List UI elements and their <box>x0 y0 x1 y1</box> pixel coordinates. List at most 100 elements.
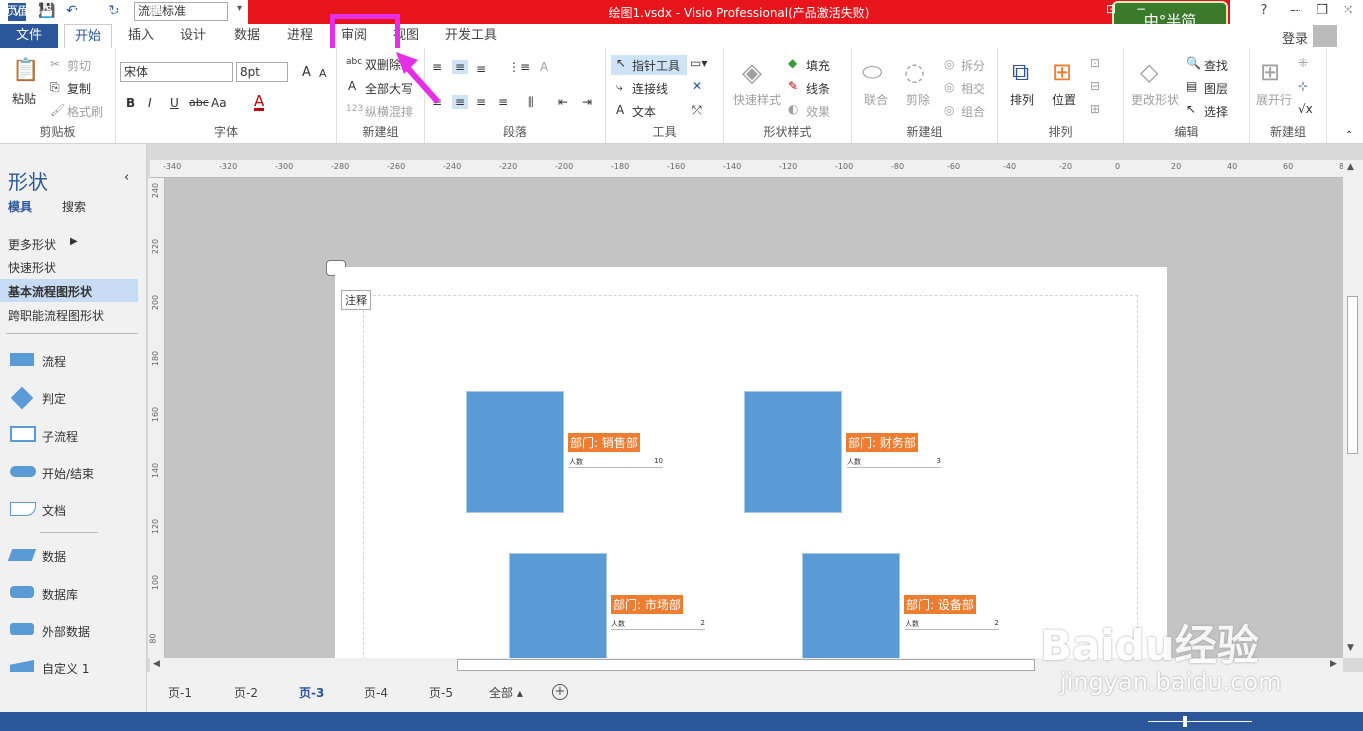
align-middle-icon[interactable]: ≡ <box>452 60 469 74</box>
underline-button[interactable]: U <box>170 96 179 110</box>
quick-shapes-link[interactable]: 快速形状 <box>8 259 56 276</box>
zoom-slider-track[interactable] <box>1148 721 1252 722</box>
font-name-select[interactable]: 宋体 <box>120 62 233 82</box>
shape-decision[interactable]: 判定 <box>42 390 66 407</box>
split-icon[interactable]: ◎ <box>944 57 954 71</box>
change-shape-icon[interactable]: ◇ <box>1140 58 1158 86</box>
dept-label-equipment[interactable]: 部门: 设备部 <box>904 595 976 614</box>
shape-external-data[interactable]: 外部数据 <box>42 623 90 640</box>
data-shape-icon[interactable] <box>7 549 37 561</box>
switch-windows-icon[interactable]: ▦ <box>1340 2 1351 16</box>
change-shape-button[interactable]: 更改形状 <box>1131 91 1179 108</box>
arrange-button[interactable]: 排列 <box>1010 91 1034 108</box>
format-painter-icon[interactable]: 🖌 <box>50 103 65 117</box>
italic-button[interactable]: I <box>148 96 152 110</box>
collapse-ribbon-icon[interactable]: ⌃ <box>1345 130 1353 141</box>
intersect-button[interactable]: 相交 <box>961 80 985 97</box>
dept-label-sales[interactable]: 部门: 销售部 <box>568 433 640 452</box>
fragment-icon[interactable]: ◌ <box>904 58 925 86</box>
position-icon[interactable]: ⊞ <box>1052 58 1072 86</box>
tab-file[interactable]: 文件 <box>0 24 58 48</box>
zoom-level[interactable]: 74% <box>1276 2 1303 16</box>
subprocess-shape-icon[interactable] <box>10 426 36 442</box>
page-tab-4[interactable]: 页-4 <box>364 684 388 701</box>
zoom-in-icon[interactable]: + <box>1254 2 1264 16</box>
note-label[interactable]: 注释 <box>341 290 371 310</box>
shape-subprocess[interactable]: 子流程 <box>42 428 78 445</box>
tab-process[interactable]: 进程 <box>277 24 323 48</box>
distribute-icon[interactable]: ⫼ <box>528 95 534 110</box>
intersect-icon[interactable]: ◎ <box>944 80 954 94</box>
copy-button[interactable]: 复制 <box>67 80 91 97</box>
strikethrough-button[interactable]: abc <box>189 96 209 109</box>
text-direction-icon[interactable]: A <box>540 60 548 74</box>
scroll-left-icon[interactable]: ◀ <box>153 659 160 669</box>
presentation-icon[interactable]: ⊡ <box>1106 2 1116 16</box>
external-data-shape-icon[interactable] <box>10 623 34 635</box>
dept-shape-sales[interactable] <box>466 391 564 513</box>
tab-data[interactable]: 数据 <box>224 24 270 48</box>
union-button[interactable]: 联合 <box>864 91 888 108</box>
union-icon[interactable]: ⬭ <box>862 58 883 86</box>
align-bottom-icon[interactable]: ≡ <box>476 62 486 76</box>
page-tab-all[interactable]: 全部 ▴ <box>489 684 523 701</box>
page-tab-3[interactable]: 页-3 <box>299 684 324 701</box>
bullets-icon[interactable]: ⋮≡ <box>508 60 530 74</box>
layer-button[interactable]: 图层 <box>1204 80 1228 97</box>
search-tab[interactable]: 搜索 <box>62 198 86 215</box>
shape-process[interactable]: 流程 <box>42 353 66 370</box>
fill-icon[interactable]: ◆ <box>788 56 797 70</box>
shape-custom-1[interactable]: 自定义 1 <box>42 660 89 677</box>
dept-label-finance[interactable]: 部门: 财务部 <box>846 433 918 452</box>
line-icon[interactable]: ✎ <box>788 79 798 93</box>
line-button[interactable]: 线条 <box>806 80 830 97</box>
style-select[interactable]: 流程标准 <box>134 2 228 21</box>
collapse-pane-icon[interactable]: ‹ <box>124 170 129 185</box>
stencils-tab[interactable]: 模具 <box>8 198 32 215</box>
page-indicator[interactable]: 页面 3/5 <box>6 2 53 19</box>
stencil-basic-flowchart[interactable]: 基本流程图形状 <box>8 283 92 300</box>
dept-shape-equipment[interactable] <box>802 553 900 658</box>
fill-button[interactable]: 填充 <box>806 57 830 74</box>
cut-button[interactable]: 剪切 <box>67 57 91 74</box>
connection-point-icon[interactable]: ⤱ <box>692 103 702 118</box>
page-tab-2[interactable]: 页-2 <box>234 684 258 701</box>
paste-button[interactable]: 粘贴 <box>12 90 36 107</box>
shape-database[interactable]: 数据库 <box>42 586 78 603</box>
qat-more-icon[interactable]: ▾ <box>237 3 242 21</box>
effects-icon[interactable]: ◐ <box>788 102 798 116</box>
horizontal-scroll-thumb[interactable] <box>457 659 1035 671</box>
distribute-shapes-icon[interactable]: ⊞ <box>1090 102 1100 116</box>
fit-page-icon[interactable]: ⤢ <box>1314 2 1324 17</box>
rectangle-shape-icon[interactable]: ▭▾ <box>690 56 707 70</box>
dept-shape-finance[interactable] <box>744 391 842 513</box>
terminator-shape-icon[interactable] <box>10 466 36 477</box>
select-icon[interactable]: ↖ <box>1186 102 1196 116</box>
stencil-cross-functional[interactable]: 跨职能流程图形状 <box>8 307 104 324</box>
cut-icon[interactable]: ✂ <box>50 57 60 71</box>
shape-terminator[interactable]: 开始/结束 <box>42 465 94 482</box>
fragment-button[interactable]: 剪除 <box>906 91 930 108</box>
format-painter-button[interactable]: 格式刷 <box>67 103 103 120</box>
grid-icon[interactable]: ⁜ <box>1298 56 1308 70</box>
dept-shape-marketing[interactable] <box>509 553 607 658</box>
bold-button[interactable]: B <box>126 96 135 110</box>
zoom-slider-knob[interactable] <box>1183 716 1187 727</box>
align-right-icon[interactable]: ≡ <box>476 95 486 109</box>
quick-styles-button[interactable]: 快速样式 <box>733 91 781 108</box>
find-icon[interactable]: 🔍 <box>1186 56 1201 70</box>
expand-row-icon[interactable]: ⊞ <box>1260 58 1280 86</box>
copy-icon[interactable]: ⎘ <box>50 80 60 95</box>
grow-font-icon[interactable]: A <box>302 65 311 80</box>
page-tab-1[interactable]: 页-1 <box>168 684 192 701</box>
select-button[interactable]: 选择 <box>1204 103 1228 120</box>
drawing-canvas[interactable]: 注释 部门: 销售部 人数 10 部门: 财务部 人数 3 部门: 市场部 人数 2 … <box>165 178 1343 658</box>
macro-icon[interactable]: ▦ <box>150 2 161 16</box>
align-center-icon[interactable]: ≡ <box>452 95 469 109</box>
scroll-down-icon[interactable]: ▼ <box>1347 643 1354 653</box>
login-link[interactable]: 登录 <box>1282 28 1308 47</box>
avatar[interactable] <box>1313 25 1337 47</box>
process-shape-icon[interactable] <box>10 353 34 366</box>
all-caps-icon[interactable]: A <box>348 79 356 93</box>
group-shapes-icon[interactable]: ⊡ <box>1090 56 1100 70</box>
